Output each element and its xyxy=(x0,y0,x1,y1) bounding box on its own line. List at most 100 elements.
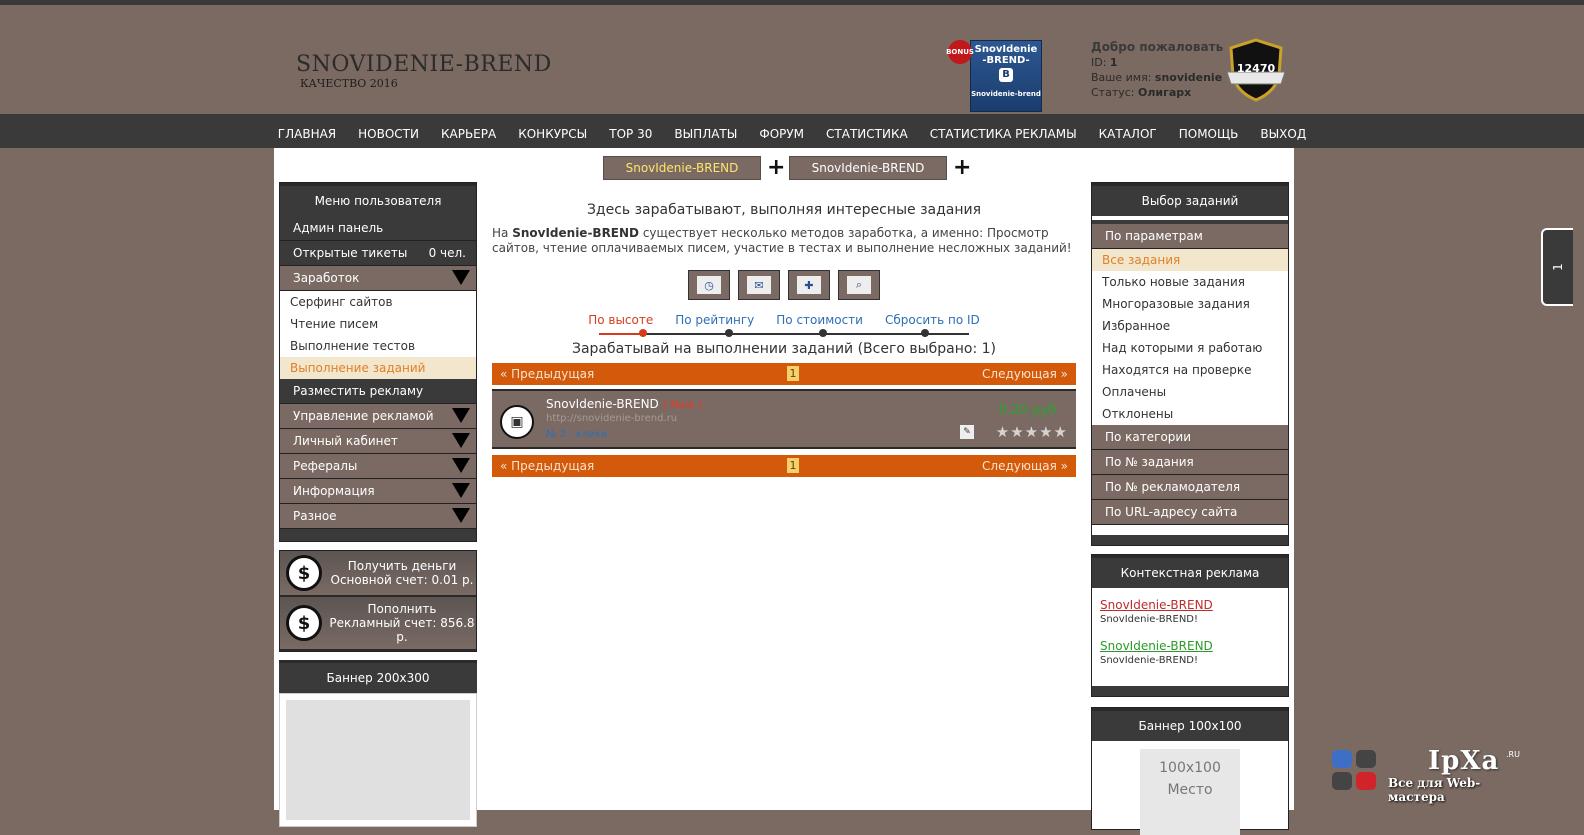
site-logo[interactable]: SNOVIDENIE-BREND КАЧЕСТВО 2016 xyxy=(296,52,552,90)
filter-by-url[interactable]: По URL-адресу сайта xyxy=(1092,500,1288,525)
task-title[interactable]: SnovIdenie-BREND ( New ) xyxy=(546,397,702,411)
bonus-banner[interactable]: BONUS SnovIdenie -BREND- B Snovidenie-br… xyxy=(946,38,1042,112)
mail-button[interactable]: ✉ xyxy=(738,270,780,300)
page-number[interactable]: 1 xyxy=(787,458,799,473)
filter-all[interactable]: Все задания xyxy=(1092,249,1288,271)
task-url[interactable]: http://snovidenie-brend.ru xyxy=(546,413,677,424)
next-page-link[interactable]: Следующая » xyxy=(982,367,1068,381)
earn-summary: Зарабатывай на выполнении заданий (Всего… xyxy=(571,341,997,357)
add-document-button[interactable]: ✚ xyxy=(788,270,830,300)
dollar-icon: $ xyxy=(286,605,322,641)
search-window-icon: ⌕ xyxy=(847,276,871,294)
nav-payouts[interactable]: ВЫПЛАТЫ xyxy=(663,114,748,148)
nav-career[interactable]: КАРЬЕРА xyxy=(430,114,507,148)
context-ad-link[interactable]: SnovIdenie-BREND xyxy=(1100,598,1280,612)
watermark-tagline: Все для Web-мастера xyxy=(1388,776,1481,804)
sort-by-rating[interactable]: По рейтингу xyxy=(675,313,754,327)
menu-info[interactable]: Информация xyxy=(280,479,476,504)
nav-help[interactable]: ПОМОЩЬ xyxy=(1168,114,1250,148)
ad-balance: Рекламный счет: 856.8 р. xyxy=(329,616,475,644)
nav-ad-statistics[interactable]: СТАТИСТИКА РЕКЛАМЫ xyxy=(919,114,1088,148)
menu-footer xyxy=(280,529,476,541)
next-page-link[interactable]: Следующая » xyxy=(982,459,1068,473)
top-tabs: SnovIdenie-BREND + SnovIdenie-BREND + xyxy=(603,156,971,180)
sort-by-price[interactable]: По стоимости xyxy=(776,313,863,327)
nav-home[interactable]: ГЛАВНАЯ xyxy=(267,114,347,148)
plus-icon[interactable]: + xyxy=(767,157,785,179)
side-tab[interactable]: 1 xyxy=(1541,228,1573,306)
welcome-block: Добро пожаловать ID: 1 Ваше имя: snovide… xyxy=(1091,40,1223,100)
clock-button[interactable]: ◷ xyxy=(688,270,730,300)
earn-sub-list: Серфинг сайтов Чтение писем Выполнение т… xyxy=(280,291,476,379)
topup-button[interactable]: $ Пополнить Рекламный счет: 856.8 р. xyxy=(280,597,476,651)
task-filter-title: Выбор заданий xyxy=(1092,183,1288,216)
search-window-button[interactable]: ⌕ xyxy=(838,270,880,300)
top-tab-1[interactable]: SnovIdenie-BREND xyxy=(603,156,761,180)
top-tab-2[interactable]: SnovIdenie-BREND xyxy=(789,156,947,180)
sort-dot xyxy=(819,329,827,337)
filter-new-only[interactable]: Только новые задания xyxy=(1092,271,1288,293)
user-id-value: 1 xyxy=(1109,56,1118,69)
context-ad-link[interactable]: SnovIdenie-BREND xyxy=(1100,639,1280,653)
menu-earn[interactable]: Заработок xyxy=(280,266,476,291)
triangle-down-icon xyxy=(452,270,470,285)
filter-by-task-id[interactable]: По № задания xyxy=(1092,450,1288,475)
banner-200x300-slot[interactable] xyxy=(279,693,477,827)
topup-label: Пополнить xyxy=(367,602,437,616)
filter-by-advertiser-id[interactable]: По № рекламодателя xyxy=(1092,475,1288,500)
mail-check-icon: ✉ xyxy=(747,276,771,294)
menu-place-ad-label: Разместить рекламу xyxy=(293,384,424,398)
triangle-down-icon xyxy=(452,508,470,523)
sort-by-height[interactable]: По высоте xyxy=(588,313,653,327)
sub-item-letters[interactable]: Чтение писем xyxy=(280,313,476,335)
top-border xyxy=(0,0,1584,5)
menu-admin-panel[interactable]: Админ панель xyxy=(280,216,476,241)
filter-paid[interactable]: Оплачены xyxy=(1092,381,1288,403)
nav-news[interactable]: НОВОСТИ xyxy=(347,114,430,148)
cube-blue xyxy=(1332,750,1352,768)
plus-icon[interactable]: + xyxy=(953,157,971,179)
sort-dot xyxy=(725,329,733,337)
filter-spacer xyxy=(1092,525,1288,535)
user-name-value: snovidenie xyxy=(1154,71,1223,84)
menu-open-tickets[interactable]: Открытые тикеты 0 чел. xyxy=(280,241,476,266)
menu-place-ad[interactable]: Разместить рекламу xyxy=(280,379,476,404)
nav-top30[interactable]: TOP 30 xyxy=(598,114,663,148)
menu-account[interactable]: Личный кабинет xyxy=(280,429,476,454)
sort-slider xyxy=(599,329,969,337)
triangle-down-icon xyxy=(452,433,470,448)
nav-forum[interactable]: ФОРУМ xyxy=(748,114,815,148)
prev-page-link[interactable]: « Предыдущая xyxy=(500,367,594,381)
shield-icon[interactable]: 12470 xyxy=(1225,38,1287,104)
filter-reusable[interactable]: Многоразовые задания xyxy=(1092,293,1288,315)
sub-item-tasks[interactable]: Выполнение заданий xyxy=(280,357,476,379)
menu-ad-management[interactable]: Управление рекламой xyxy=(280,404,476,429)
banner-100x100-title: Баннер 100x100 xyxy=(1092,708,1288,741)
filter-by-params[interactable]: По параметрам xyxy=(1092,220,1288,249)
page-number[interactable]: 1 xyxy=(787,366,799,381)
nav-statistics[interactable]: СТАТИСТИКА xyxy=(815,114,919,148)
filter-review[interactable]: Находятся на проверке xyxy=(1092,359,1288,381)
sub-item-surfing[interactable]: Серфинг сайтов xyxy=(280,291,476,313)
menu-misc[interactable]: Разное xyxy=(280,504,476,529)
filter-favorites[interactable]: Избранное xyxy=(1092,315,1288,337)
context-ad-text: SnovIdenie-BREND! xyxy=(1100,614,1199,625)
menu-referrals[interactable]: Рефералы xyxy=(280,454,476,479)
filter-rejected[interactable]: Отклонены xyxy=(1092,403,1288,425)
filter-by-category[interactable]: По категории xyxy=(1092,425,1288,450)
sort-reset-id[interactable]: Сбросить по ID xyxy=(885,313,980,327)
edit-task-icon[interactable]: ✎ xyxy=(960,425,974,439)
clock-icon: ◷ xyxy=(697,276,721,294)
nav-catalog[interactable]: КАТАЛОГ xyxy=(1088,114,1168,148)
nav-logout[interactable]: ВЫХОД xyxy=(1249,114,1317,148)
sub-item-tests[interactable]: Выполнение тестов xyxy=(280,335,476,357)
prev-page-link[interactable]: « Предыдущая xyxy=(500,459,594,473)
nav-contests[interactable]: КОНКУРСЫ xyxy=(507,114,598,148)
cubes-icon xyxy=(1330,748,1378,790)
withdraw-button[interactable]: $ Получить деньги Основной счет: 0.01 р. xyxy=(280,551,476,597)
task-row[interactable]: ▣ SnovIdenie-BREND ( New ) http://snovid… xyxy=(492,389,1076,449)
banner-100x100-slot[interactable]: 100x100 Место xyxy=(1092,741,1288,835)
filter-working[interactable]: Над которыми я работаю xyxy=(1092,337,1288,359)
rating-stars[interactable]: ★★★★★ xyxy=(996,423,1068,441)
banner-100x100: Баннер 100x100 100x100 Место xyxy=(1091,707,1289,835)
